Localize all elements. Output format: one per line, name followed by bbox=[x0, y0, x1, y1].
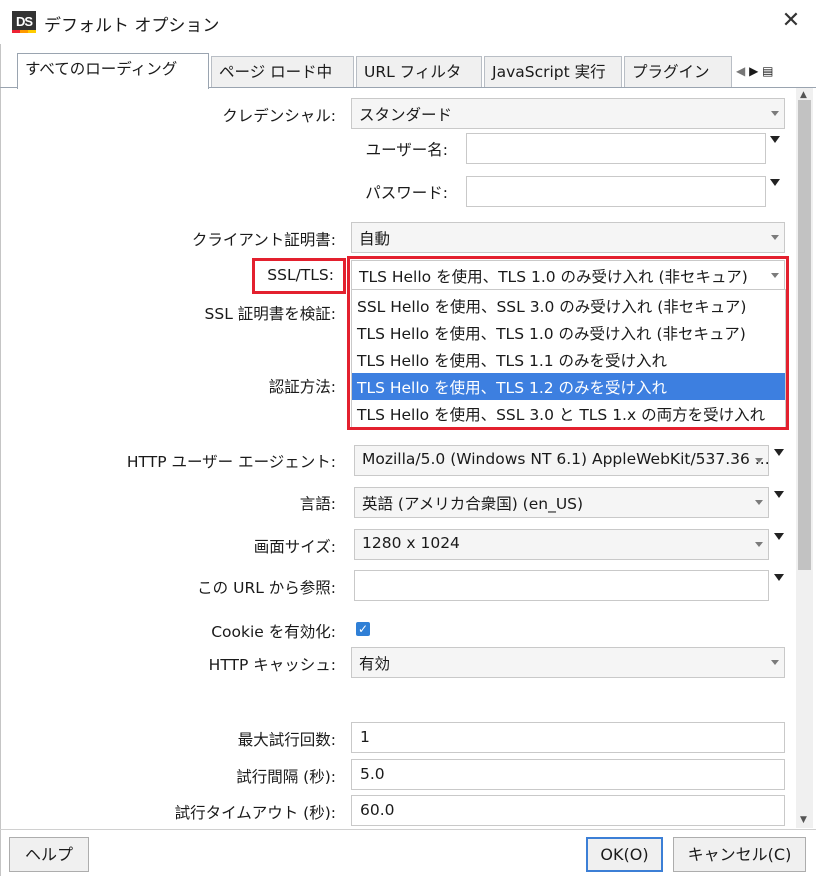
referrer-dropdown-icon[interactable] bbox=[774, 574, 784, 581]
client-cert-select[interactable]: 自動 bbox=[351, 222, 785, 253]
tab-page-loading[interactable]: ページ ロード中 bbox=[211, 56, 354, 87]
ssl-option-tls10[interactable]: TLS Hello を使用、TLS 1.0 のみ受け入れ (非セキュア) bbox=[352, 319, 785, 346]
auth-method-label: 認証方法: bbox=[268, 378, 336, 396]
tab-strip: すべてのローディング ページ ロード中 URL フィルタ JavaScript … bbox=[0, 52, 816, 89]
scrollbar-thumb[interactable] bbox=[798, 100, 811, 570]
scroll-up-icon[interactable]: ▲ bbox=[800, 90, 807, 100]
retry-timeout-field[interactable]: 60.0 bbox=[351, 795, 785, 826]
username-dropdown-icon[interactable] bbox=[770, 136, 780, 143]
ssl-option-both[interactable]: TLS Hello を使用、SSL 3.0 と TLS 1.x の両方を受け入れ bbox=[352, 400, 785, 427]
app-logo-icon: DS bbox=[12, 11, 36, 33]
max-retries-label: 最大試行回数: bbox=[237, 731, 336, 749]
retry-timeout-label: 試行タイムアウト (秒): bbox=[174, 804, 336, 822]
cancel-button[interactable]: キャンセル(C) bbox=[673, 837, 806, 872]
tab-all-loading[interactable]: すべてのローディング bbox=[17, 53, 209, 89]
chevron-down-icon bbox=[755, 458, 763, 463]
language-select[interactable]: 英語 (アメリカ合衆国) (en_US) bbox=[354, 487, 769, 518]
password-dropdown-icon[interactable] bbox=[770, 179, 780, 186]
screen-size-value: 1280 x 1024 bbox=[362, 534, 460, 552]
client-cert-value: 自動 bbox=[359, 230, 391, 248]
chevron-down-icon bbox=[771, 111, 779, 116]
user-agent-dropdown-icon[interactable] bbox=[774, 449, 784, 456]
ssl-tls-dropdown-list: SSL Hello を使用、SSL 3.0 のみ受け入れ (非セキュア) TLS… bbox=[351, 289, 786, 428]
credential-value: スタンダード bbox=[359, 106, 453, 124]
window-border bbox=[0, 44, 1, 876]
cache-label: HTTP キャッシュ: bbox=[208, 656, 336, 674]
language-label: 言語: bbox=[299, 495, 336, 513]
screen-size-label: 画面サイズ: bbox=[253, 538, 336, 556]
password-label: パスワード: bbox=[365, 184, 448, 202]
client-cert-label: クライアント証明書: bbox=[191, 231, 336, 249]
ssl-option-ssl30[interactable]: SSL Hello を使用、SSL 3.0 のみ受け入れ (非セキュア) bbox=[352, 292, 785, 319]
chevron-down-icon bbox=[771, 660, 779, 665]
cache-select[interactable]: 有効 bbox=[351, 647, 785, 678]
ssl-option-tls11[interactable]: TLS Hello を使用、TLS 1.1 のみを受け入れ bbox=[352, 346, 785, 373]
window-title: デフォルト オプション bbox=[44, 16, 220, 36]
cookie-label: Cookie を有効化: bbox=[211, 623, 336, 641]
ok-button[interactable]: OK(O) bbox=[586, 837, 663, 872]
ssl-option-tls12[interactable]: TLS Hello を使用、TLS 1.2 のみを受け入れ bbox=[352, 373, 785, 400]
referrer-label: この URL から参照: bbox=[197, 579, 336, 597]
retry-interval-label: 試行間隔 (秒): bbox=[236, 768, 336, 786]
cache-value: 有効 bbox=[359, 655, 391, 673]
scroll-down-icon[interactable]: ▼ bbox=[800, 815, 807, 825]
title-bar: DS デフォルト オプション ✕ bbox=[0, 0, 816, 44]
user-agent-label: HTTP ユーザー エージェント: bbox=[126, 453, 336, 471]
tab-scroll-controls: ◀ ▶ ▤ bbox=[736, 58, 800, 84]
tab-menu-icon[interactable]: ▤ bbox=[762, 64, 773, 78]
ssl-tls-value: TLS Hello を使用、TLS 1.0 のみ受け入れ (非セキュア) bbox=[359, 268, 748, 286]
ssl-tls-label: SSL/TLS: bbox=[267, 266, 334, 284]
tab-javascript[interactable]: JavaScript 実行 bbox=[484, 56, 622, 87]
footer-divider bbox=[0, 829, 816, 830]
password-field[interactable] bbox=[466, 176, 766, 207]
chevron-down-icon bbox=[755, 500, 763, 505]
username-label: ユーザー名: bbox=[365, 141, 448, 159]
screen-size-select[interactable]: 1280 x 1024 bbox=[354, 529, 769, 560]
tab-url-filter[interactable]: URL フィルタ bbox=[356, 56, 482, 87]
user-agent-select[interactable]: Mozilla/5.0 (Windows NT 6.1) AppleWebKit… bbox=[354, 445, 769, 476]
ssl-verify-label: SSL 証明書を検証: bbox=[204, 305, 336, 323]
screen-size-dropdown-icon[interactable] bbox=[774, 533, 784, 540]
close-icon[interactable]: ✕ bbox=[779, 9, 803, 33]
retry-interval-field[interactable]: 5.0 bbox=[351, 759, 785, 790]
chevron-down-icon bbox=[771, 235, 779, 240]
cookie-checkbox[interactable]: ✓ bbox=[356, 622, 370, 636]
ssl-tls-select[interactable]: TLS Hello を使用、TLS 1.0 のみ受け入れ (非セキュア) bbox=[351, 260, 785, 291]
referrer-field[interactable] bbox=[354, 570, 769, 601]
max-retries-field[interactable]: 1 bbox=[351, 722, 785, 753]
username-field[interactable] bbox=[466, 133, 766, 164]
chevron-down-icon bbox=[755, 542, 763, 547]
chevron-down-icon bbox=[771, 273, 779, 278]
language-dropdown-icon[interactable] bbox=[774, 491, 784, 498]
tab-scroll-left-icon[interactable]: ◀ bbox=[736, 64, 745, 78]
user-agent-value: Mozilla/5.0 (Windows NT 6.1) AppleWebKit… bbox=[362, 450, 769, 468]
tab-plugins[interactable]: プラグイン bbox=[624, 56, 732, 87]
help-button[interactable]: ヘルプ bbox=[9, 837, 89, 872]
credential-select[interactable]: スタンダード bbox=[351, 98, 785, 129]
tab-scroll-right-icon[interactable]: ▶ bbox=[749, 64, 758, 78]
credential-label: クレデンシャル: bbox=[222, 107, 336, 125]
language-value: 英語 (アメリカ合衆国) (en_US) bbox=[362, 495, 584, 513]
